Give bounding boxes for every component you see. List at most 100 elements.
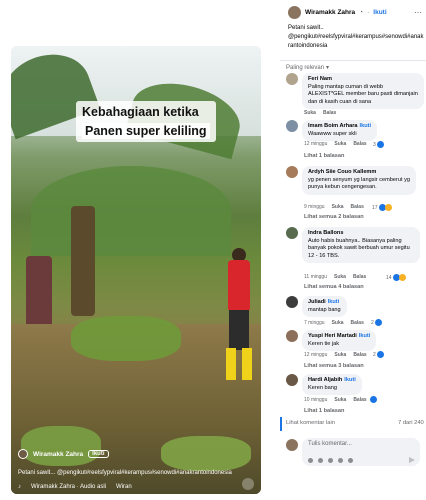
- comments-panel: Wiramakk Zahra ◔ · Ikuti ··· Petani sawi…: [280, 0, 426, 500]
- comment-time[interactable]: 11 minggu: [304, 274, 327, 280]
- send-icon[interactable]: [409, 457, 415, 463]
- reaction-count[interactable]: 3: [373, 141, 384, 148]
- comment-follow-link[interactable]: Ikuti: [344, 377, 356, 383]
- avatar-sticker-icon[interactable]: [308, 458, 313, 463]
- grass-patch: [161, 436, 251, 471]
- reaction-count[interactable]: 2: [371, 319, 382, 326]
- like-button[interactable]: Suka: [332, 204, 344, 210]
- divider: [280, 60, 426, 61]
- like-icon: [374, 319, 382, 326]
- comment-author[interactable]: Indra Ballons: [308, 230, 414, 238]
- chevron-down-icon: ▾: [326, 65, 330, 71]
- sound-icon[interactable]: [242, 478, 254, 490]
- music-icon: ♪: [18, 484, 21, 490]
- comment-text: Keren bang: [308, 384, 337, 391]
- comment-item: Imam Boim Arhara Ikuti Waawww super skli: [286, 120, 378, 141]
- comment-item: Juliadi Ikuti mantap bang: [286, 296, 347, 317]
- palm-frond: [31, 166, 231, 256]
- camera-icon[interactable]: [328, 458, 333, 463]
- comment-time[interactable]: 12 minggu: [304, 352, 327, 358]
- reaction-count[interactable]: [370, 396, 377, 403]
- avatar[interactable]: [286, 73, 298, 85]
- comment-bubble: Ardyh Siie Couo Kallemm yg penen senyum …: [302, 166, 416, 195]
- follow-button[interactable]: Ikuti: [373, 9, 386, 16]
- like-icon: [376, 141, 384, 148]
- comment-actions: 7 minggu Suka Balas: [304, 320, 364, 326]
- like-button[interactable]: Suka: [304, 110, 316, 116]
- avatar[interactable]: [286, 227, 298, 239]
- comment-time[interactable]: 10 minggu: [304, 397, 327, 403]
- like-button[interactable]: Suka: [332, 320, 344, 326]
- comment-author[interactable]: Imam Boim Arhara: [308, 123, 358, 129]
- comment-time[interactable]: 12 minggu: [304, 141, 327, 147]
- post-caption: Petani sawit.. @pengikut#reelsfypviral#k…: [288, 24, 424, 51]
- avatar[interactable]: [286, 120, 298, 132]
- comment-actions: 12 minggu Suka Balas: [304, 141, 367, 147]
- comment-author[interactable]: Ardyh Siie Couo Kallemm: [308, 169, 410, 177]
- comment-author[interactable]: Yuspi Heri Martadi: [308, 333, 357, 339]
- emoji-icon[interactable]: [318, 458, 323, 463]
- video-follow-button[interactable]: Ikuti: [88, 450, 109, 458]
- reply-button[interactable]: Balas: [353, 352, 366, 358]
- avatar[interactable]: [288, 6, 301, 19]
- caption-line-1: Kebahagiaan ketika: [82, 105, 199, 119]
- comment-text: yg penen senyum yg langsir cemberut yg p…: [308, 176, 410, 191]
- video-music[interactable]: ♪ Wiramakk Zahra · Audio asli Wiran: [18, 484, 132, 490]
- comment-author[interactable]: Hardi Aljabih: [308, 377, 342, 383]
- view-replies[interactable]: Lihat 1 balasan: [304, 408, 344, 414]
- reaction-count[interactable]: 17: [372, 204, 392, 211]
- avatar[interactable]: [286, 296, 298, 308]
- palm-trunk: [71, 206, 95, 316]
- reaction-count[interactable]: 14: [386, 274, 406, 281]
- like-button[interactable]: Suka: [334, 397, 346, 403]
- comment-time[interactable]: 9 minggu: [304, 204, 325, 210]
- haha-icon: [398, 274, 406, 281]
- grass-patch: [21, 426, 101, 466]
- like-button[interactable]: Suka: [334, 274, 346, 280]
- like-button[interactable]: Suka: [334, 352, 346, 358]
- avatar[interactable]: [286, 330, 298, 342]
- comment-text: Keren tie jak: [308, 340, 340, 347]
- avatar[interactable]: [286, 374, 298, 386]
- video-description: Petani sawit... @pengikut#reelsfypviral#…: [18, 470, 232, 476]
- comment-author[interactable]: Juliadi: [308, 299, 326, 305]
- comment-follow-link[interactable]: Ikuti: [328, 299, 340, 305]
- video-author[interactable]: Wiramakk Zahra Ikuti: [18, 449, 109, 459]
- reaction-count[interactable]: 2: [373, 351, 384, 358]
- sticker-icon[interactable]: [348, 458, 353, 463]
- comment-bubble: Imam Boim Arhara Ikuti Waawww super skli: [302, 120, 378, 141]
- comment-follow-link[interactable]: Ikuti: [360, 123, 372, 129]
- view-replies[interactable]: Lihat semua 4 balasan: [304, 284, 364, 290]
- reply-button[interactable]: Balas: [353, 274, 366, 280]
- more-options-icon[interactable]: ···: [414, 8, 422, 17]
- view-replies[interactable]: Lihat 1 balasan: [304, 153, 344, 159]
- comment-input[interactable]: Tulis komentar...: [302, 438, 420, 466]
- post-caption-line: Petani sawit..: [288, 25, 324, 31]
- comment-bubble: Juliadi Ikuti mantap bang: [302, 296, 347, 317]
- view-more-comments[interactable]: Lihat komentar lain: [286, 420, 335, 426]
- post-author[interactable]: Wiramakk Zahra: [305, 9, 355, 16]
- video-author-name[interactable]: Wiramakk Zahra: [33, 451, 83, 458]
- verified-icon: ◔: [359, 9, 364, 16]
- reply-button[interactable]: Balas: [351, 204, 364, 210]
- comment-author[interactable]: Feri Nam: [308, 76, 418, 84]
- reply-button[interactable]: Balas: [323, 110, 336, 116]
- reply-button[interactable]: Balas: [353, 397, 366, 403]
- comment-item: Ardyh Siie Couo Kallemm yg penen senyum …: [286, 166, 416, 195]
- worker-figure: [222, 248, 254, 383]
- post-hashtags[interactable]: @pengikut#reelsfypviral#kerampus#senowdi…: [288, 33, 424, 51]
- haha-icon: [384, 204, 392, 211]
- sort-label[interactable]: Paling relevan: [286, 65, 324, 71]
- gif-icon[interactable]: [338, 458, 343, 463]
- comment-time[interactable]: 7 minggu: [304, 320, 325, 326]
- comment-follow-link[interactable]: Ikuti: [359, 333, 371, 339]
- sort-dropdown[interactable]: Paling relevan ▾: [286, 64, 330, 72]
- like-button[interactable]: Suka: [334, 141, 346, 147]
- reply-button[interactable]: Balas: [351, 320, 364, 326]
- comment-placeholder: Tulis komentar...: [308, 441, 352, 447]
- reply-button[interactable]: Balas: [353, 141, 366, 147]
- comment-text: Paling mantap cuman di webb ALEXIST*GEL …: [308, 83, 418, 105]
- view-replies[interactable]: Lihat semua 2 balasan: [304, 214, 364, 220]
- view-replies[interactable]: Lihat semua 3 balasan: [304, 363, 364, 369]
- avatar[interactable]: [286, 166, 298, 178]
